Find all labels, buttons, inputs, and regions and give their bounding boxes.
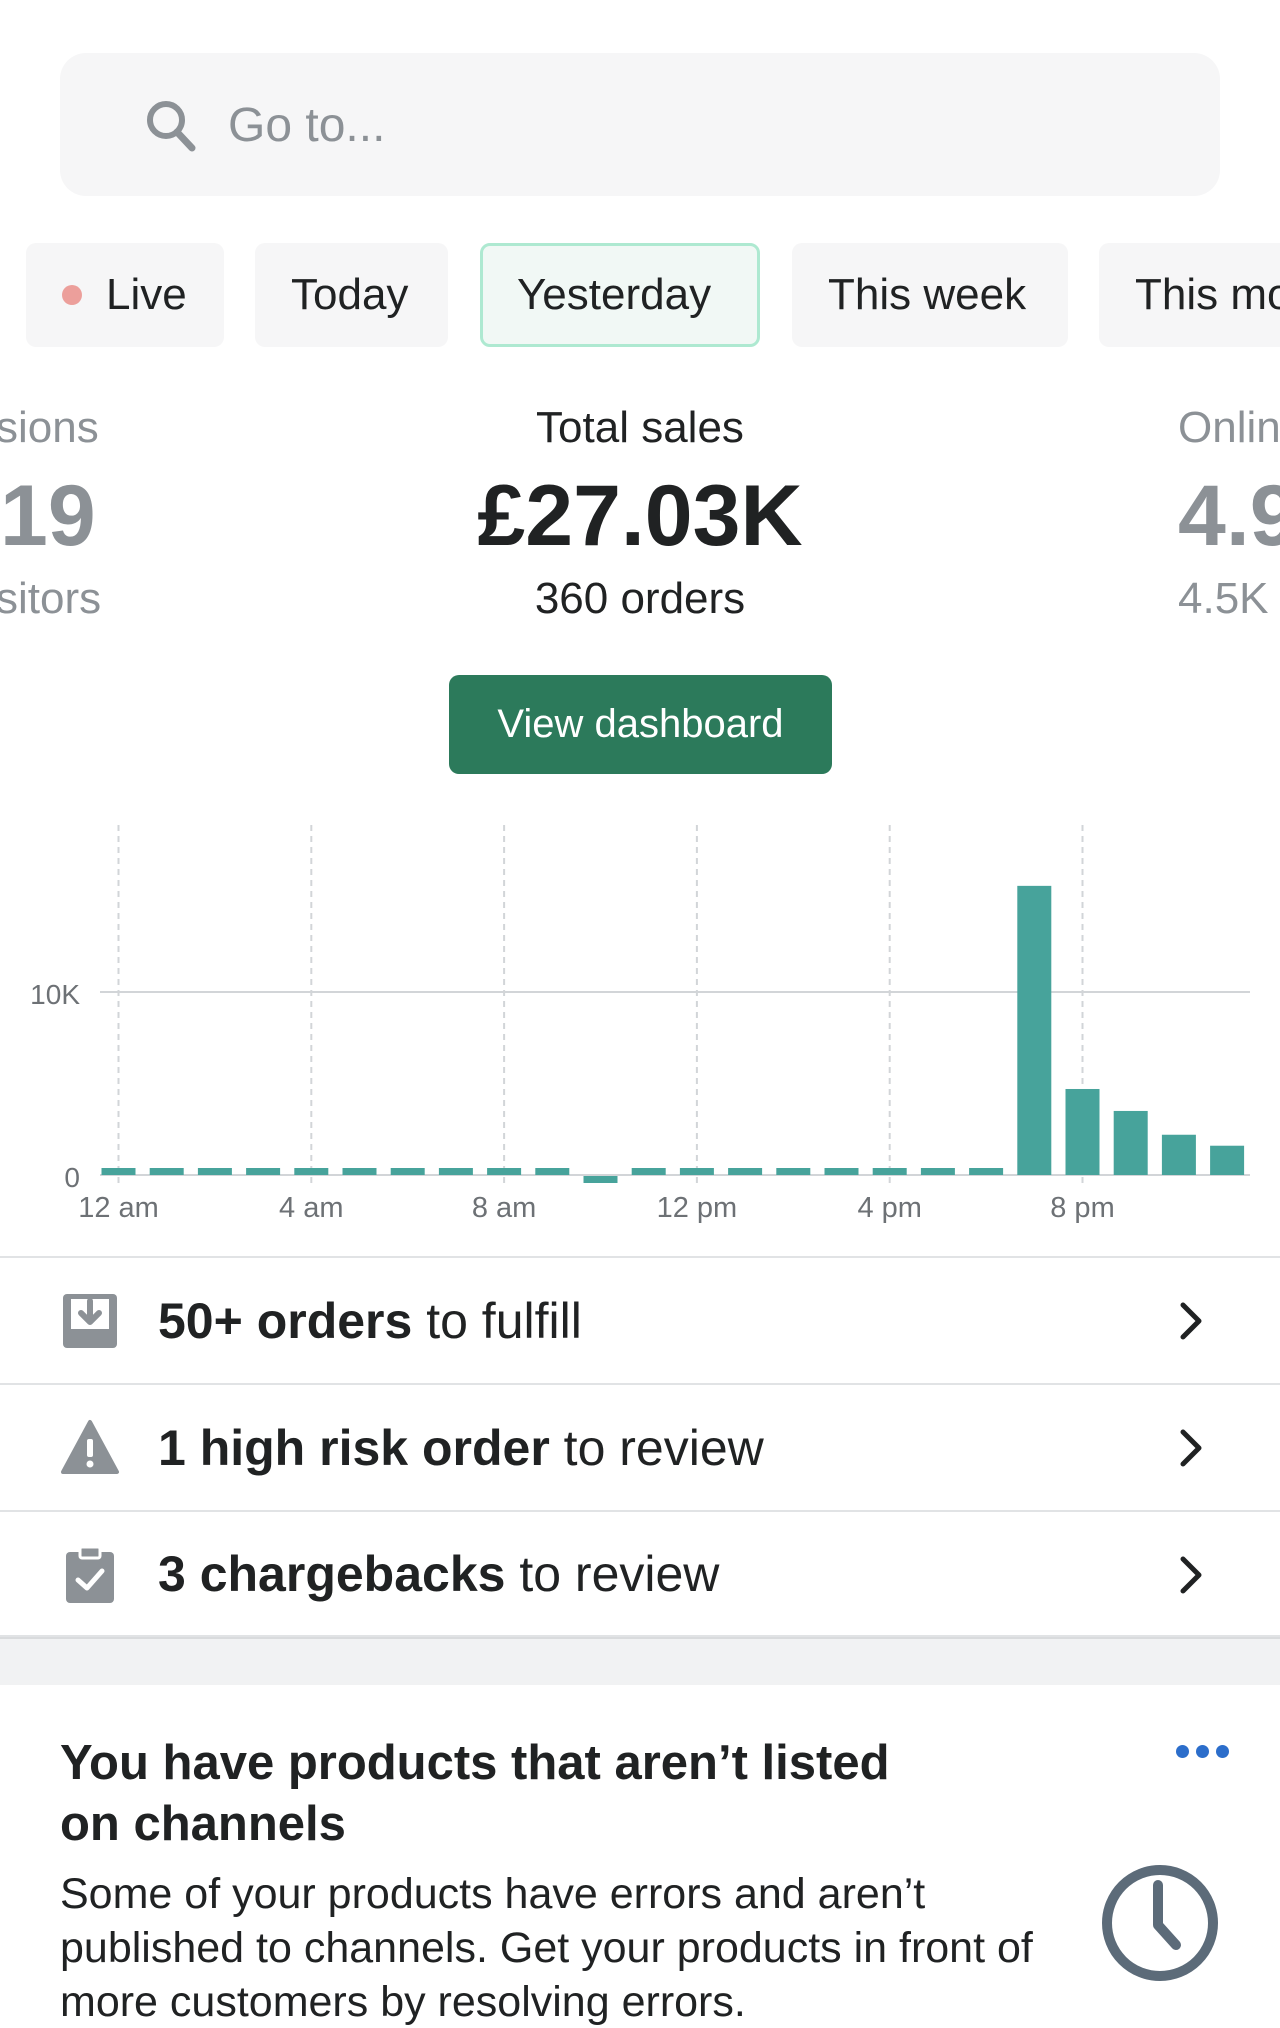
metric-value: £27.03K (477, 468, 803, 564)
task-row-chargebacks[interactable]: 3 chargebacks to review (0, 1510, 1280, 1637)
bar-5-am (342, 1168, 377, 1175)
bar-10-am (583, 1176, 618, 1183)
bar-2-am (197, 1168, 232, 1175)
more-options-icon[interactable] (1176, 1745, 1229, 1758)
task-text: 1 high risk order to review (158, 1419, 764, 1476)
unlisted-products-card: You have products that aren’t listed on … (0, 1685, 1280, 2028)
search-icon (147, 101, 196, 152)
metric-sub: 4.5K (1178, 574, 1269, 623)
x-tick-label: 12 pm (657, 1192, 738, 1224)
metric-value: 19 (0, 468, 96, 564)
tab-label: This mo (1135, 270, 1280, 319)
tab-today[interactable]: Today (255, 243, 448, 347)
bar-8-pm (1065, 1088, 1100, 1175)
bar-8-am (487, 1168, 522, 1175)
chevron-right-icon (1180, 1556, 1202, 1594)
metric-label: sions (0, 403, 99, 452)
bar-4-pm (872, 1168, 907, 1175)
tab-label: Today (291, 270, 409, 319)
tab-label: Yesterday (517, 270, 712, 319)
bar-3-pm (824, 1168, 859, 1175)
x-tick-label: 8 am (472, 1192, 536, 1224)
bar-11-am (631, 1168, 666, 1175)
task-list: 50+ orders to fulfill 1 high risk order … (0, 1256, 1280, 1637)
bar-6-pm (969, 1168, 1004, 1175)
search-bar[interactable] (60, 53, 1220, 196)
y-tick-label: 10K (30, 979, 80, 1010)
search-input[interactable] (228, 93, 1128, 157)
chevron-right-icon (1180, 1429, 1202, 1467)
tab-yesterday[interactable]: Yesterday (480, 243, 760, 347)
metric-label: Total sales (536, 403, 744, 452)
bar-3-am (246, 1168, 281, 1175)
tab-live[interactable]: Live (26, 243, 224, 347)
task-text: 3 chargebacks to review (158, 1545, 720, 1602)
bar-1-am (149, 1168, 184, 1175)
x-tick-label: 4 am (279, 1192, 343, 1224)
metric-sessions[interactable]: sions 19 sitors (0, 403, 106, 624)
warning-icon (61, 1420, 119, 1474)
x-tick-label: 12 am (78, 1192, 159, 1224)
bar-12-pm (679, 1168, 714, 1175)
bar-11-pm (1210, 1145, 1245, 1175)
tab-this-week[interactable]: This week (792, 243, 1068, 347)
bar-10-pm (1161, 1134, 1196, 1175)
bar-9-am (535, 1168, 570, 1175)
metric-sub: 360 orders (534, 574, 746, 623)
x-tick-label: 8 pm (1050, 1192, 1114, 1224)
task-text: 50+ orders to fulfill (158, 1292, 582, 1349)
task-row-high-risk-order[interactable]: 1 high risk order to review (0, 1383, 1280, 1510)
task-row-orders-to-fulfill[interactable]: 50+ orders to fulfill (0, 1256, 1280, 1383)
download-box-icon (63, 1294, 117, 1348)
x-tick-label: 4 pm (857, 1192, 921, 1224)
tab-this-month[interactable]: This mo (1099, 243, 1280, 347)
view-dashboard-button[interactable]: View dashboard (449, 675, 832, 774)
metric-online-store[interactable]: Onlin 4.9 4.5K (1178, 403, 1280, 624)
bar-4-am (294, 1168, 329, 1175)
bar-6-am (390, 1168, 425, 1175)
tab-label: Live (106, 270, 187, 319)
live-dot-icon (62, 285, 82, 305)
clipboard-check-icon (66, 1545, 114, 1603)
metric-value: 4.9 (1178, 468, 1280, 564)
bar-2-pm (776, 1168, 811, 1175)
tab-label: This week (828, 270, 1027, 319)
section-divider (0, 1637, 1280, 1685)
clock-icon (1102, 1865, 1218, 1981)
hourly-sales-chart: 0 10K 12 am 4 am 8 am 12 pm 4 pm 8 pm (30, 825, 1250, 1224)
y-tick-label: 0 (64, 1162, 80, 1193)
card-body: Some of your products have errors and ar… (60, 1870, 1033, 2026)
metric-sub: sitors (0, 574, 102, 623)
bar-7-pm (1017, 885, 1052, 1175)
bar-9-pm (1113, 1110, 1148, 1175)
date-range-tabs: Live Today Yesterday This week This mo (0, 243, 1280, 347)
metric-label: Onlin (1178, 403, 1280, 452)
card-title: You have products that aren’t listed on … (60, 1736, 890, 1851)
metric-total-sales[interactable]: Total sales £27.03K 360 orders (390, 403, 890, 624)
bar-7-am (438, 1168, 473, 1175)
bar-1-pm (728, 1168, 763, 1175)
bar-12-am (101, 1168, 136, 1175)
bar-5-pm (920, 1168, 955, 1175)
chevron-right-icon (1180, 1302, 1202, 1340)
